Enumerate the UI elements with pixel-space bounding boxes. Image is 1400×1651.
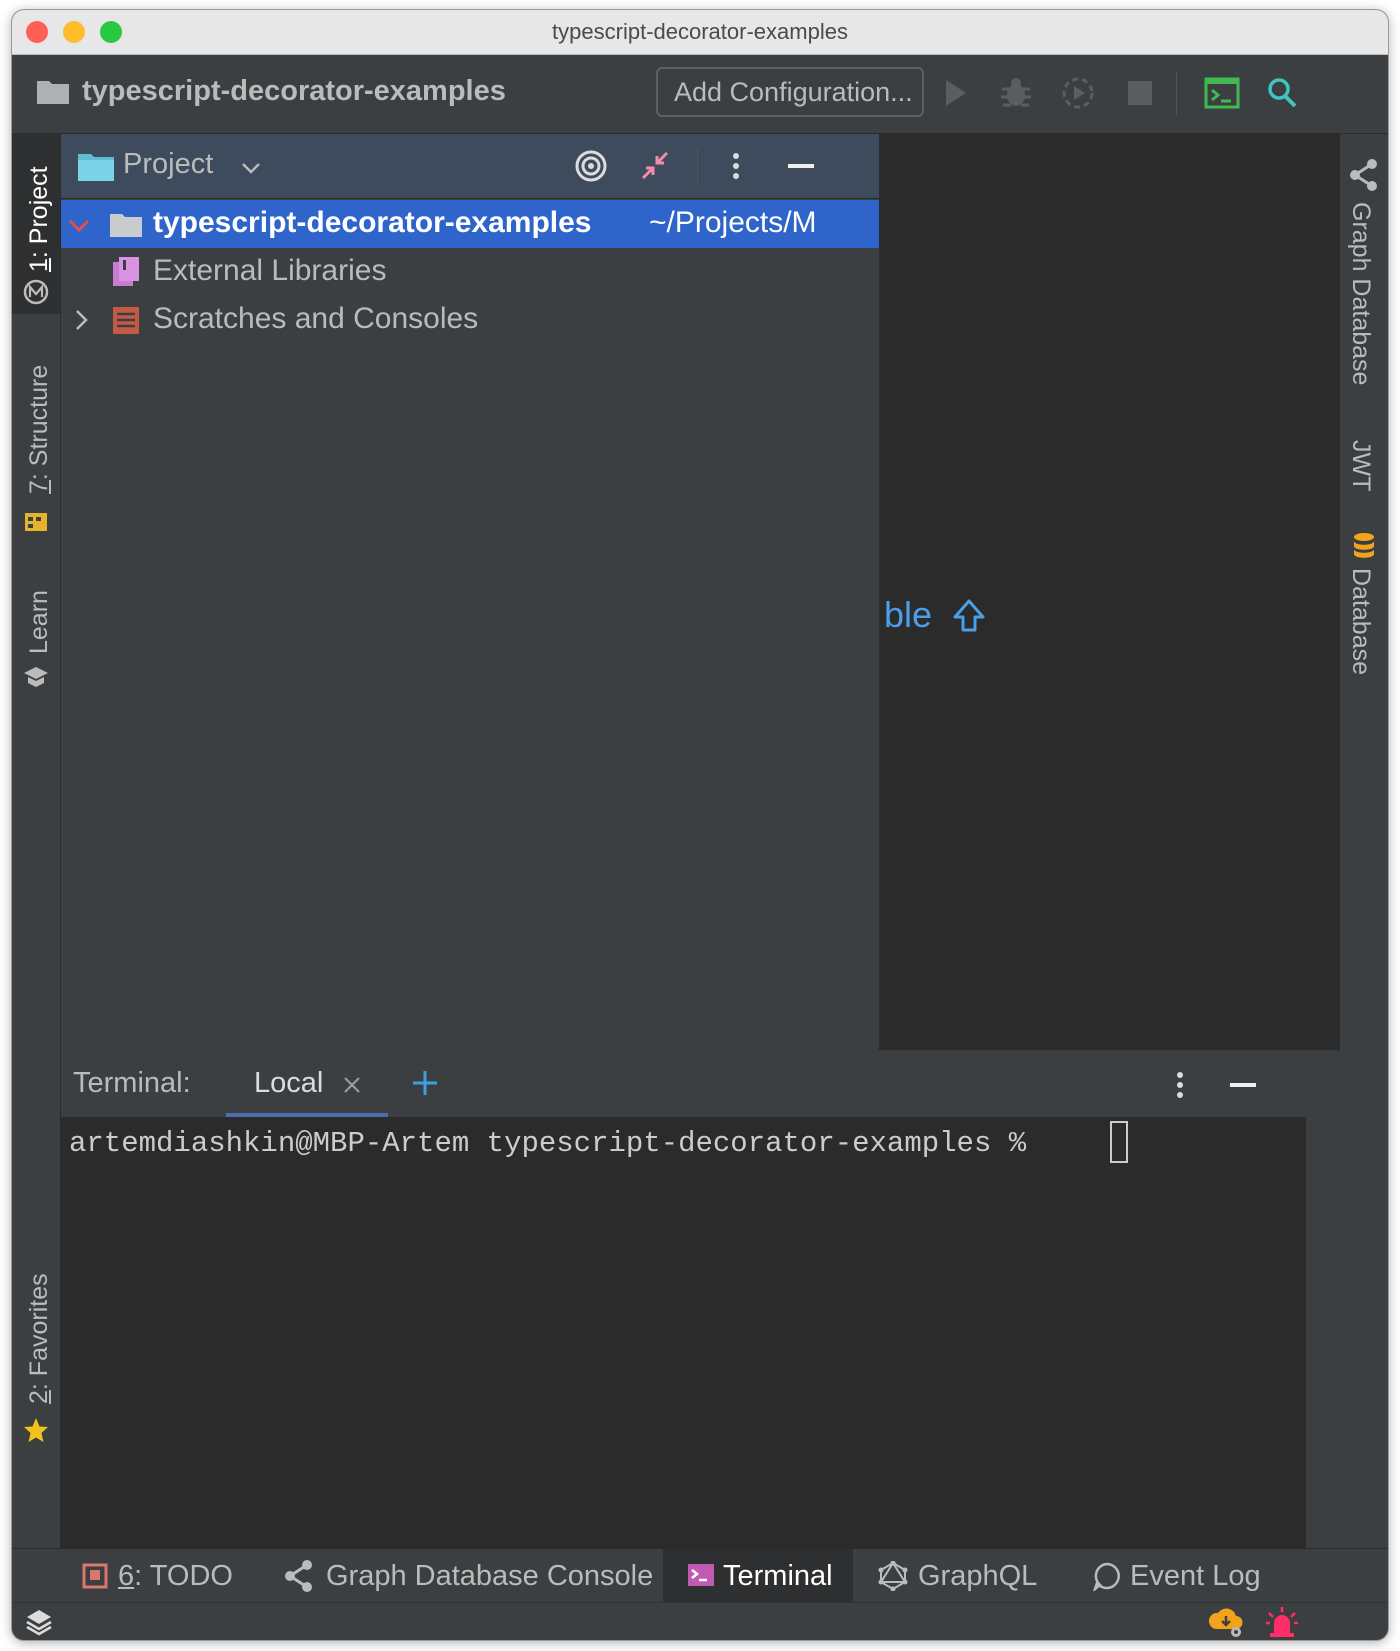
- more-options-icon[interactable]: [721, 148, 751, 184]
- left-tool-strip: 1: Project 7: Structure Learn 2: Favorit…: [12, 134, 61, 1548]
- terminal-scrollbar[interactable]: [1306, 1117, 1340, 1548]
- bottom-tool-bar: 6: TODO Graph Database Console Terminal …: [12, 1548, 1388, 1603]
- bottom-tab-number: 6: [118, 1560, 135, 1592]
- terminal-icon: [688, 1564, 714, 1586]
- chevron-down-icon[interactable]: [67, 214, 91, 238]
- terminal-title: Terminal:: [73, 1067, 191, 1099]
- tool-tab-graph-database[interactable]: Graph Database: [1340, 154, 1388, 414]
- editor-area: ble: [880, 134, 1340, 1050]
- learn-icon: [24, 667, 48, 687]
- bottom-tab-event-log[interactable]: Event Log: [1092, 1549, 1261, 1603]
- tool-tab-label: JWT: [1347, 440, 1375, 492]
- cloud-update-icon[interactable]: [1206, 1605, 1246, 1639]
- project-breadcrumb[interactable]: typescript-decorator-examples: [82, 75, 506, 108]
- close-icon[interactable]: [342, 1075, 362, 1095]
- bottom-tab-label: Graph Database Console: [326, 1560, 654, 1592]
- bottom-tab-label: TODO: [149, 1560, 233, 1592]
- tool-tab-label: Graph Database: [1347, 202, 1375, 386]
- terminal-output[interactable]: artemdiashkin@MBP-Artem typescript-decor…: [61, 1117, 1340, 1548]
- scratches-icon: [113, 307, 139, 334]
- run-with-coverage-icon[interactable]: [1058, 73, 1098, 113]
- project-panel-header: Project: [61, 134, 879, 199]
- bottom-tab-todo[interactable]: 6: TODO: [82, 1549, 233, 1603]
- tool-tab-number: 1: [25, 258, 53, 272]
- tool-tab-jwt[interactable]: JWT: [1340, 434, 1388, 504]
- bottom-tab-graph-database-console[interactable]: Graph Database Console: [282, 1549, 653, 1603]
- tree-item-label: External Libraries: [153, 254, 387, 287]
- terminal-prompt: artemdiashkin@MBP-Artem typescript-decor…: [69, 1127, 1027, 1160]
- window-title: typescript-decorator-examples: [552, 19, 848, 44]
- terminal-toolbar-icon[interactable]: [1202, 73, 1242, 113]
- more-options-icon[interactable]: [1165, 1067, 1195, 1103]
- project-folder-icon: [78, 154, 114, 181]
- tool-tab-label: Database: [1347, 568, 1375, 676]
- folder-icon: [110, 214, 142, 237]
- tree-item-project-root[interactable]: typescript-decorator-examples ~/Projects…: [61, 200, 879, 248]
- project-view-selector[interactable]: Project: [123, 148, 213, 181]
- tool-tab-label: Project: [25, 166, 53, 245]
- tool-tab-project[interactable]: 1: Project: [12, 134, 60, 314]
- collapse-all-icon[interactable]: [637, 148, 673, 184]
- project-tool-window: Project typescript-decorator-examples ~/…: [61, 134, 879, 1050]
- tool-tab-label: Structure: [25, 364, 53, 467]
- toolbar-separator: [1176, 71, 1177, 115]
- graph-icon: [285, 1560, 312, 1592]
- tool-tab-learn[interactable]: Learn: [12, 574, 60, 694]
- tool-tab-number: 2: [25, 1390, 53, 1404]
- bottom-tab-label: GraphQL: [918, 1560, 1038, 1592]
- terminal-tab-label: Local: [254, 1067, 324, 1099]
- tool-tab-number: 7: [25, 480, 53, 494]
- database-icon: [1354, 533, 1374, 558]
- tool-tab-database[interactable]: Database: [1340, 528, 1388, 698]
- bottom-tab-graphql[interactable]: GraphQL: [878, 1549, 1037, 1603]
- tool-tab-favorites[interactable]: 2: Favorites: [12, 1254, 60, 1454]
- chevron-right-icon[interactable]: [69, 308, 93, 332]
- hide-panel-icon[interactable]: [783, 148, 819, 184]
- tree-item-label: Scratches and Consoles: [153, 302, 479, 335]
- structure-icon: [25, 513, 47, 531]
- bottom-tab-terminal[interactable]: Terminal: [663, 1549, 853, 1603]
- chevron-down-icon[interactable]: [239, 156, 263, 180]
- hide-panel-icon[interactable]: [1225, 1067, 1261, 1103]
- graph-icon: [1350, 159, 1377, 191]
- tool-tab-structure[interactable]: 7: Structure: [12, 344, 60, 544]
- tree-item-scratches[interactable]: Scratches and Consoles: [61, 296, 879, 344]
- tool-windows-toggle-icon[interactable]: [24, 1607, 54, 1637]
- tree-item-path: ~/Projects/M: [649, 206, 817, 239]
- debug-icon[interactable]: [996, 73, 1036, 113]
- right-tool-strip: Graph Database JWT Database: [1339, 134, 1388, 1548]
- terminal-tool-window: Terminal: Local artemdiashkin@MBP-Artem …: [61, 1051, 1340, 1548]
- status-bar: [12, 1602, 1388, 1640]
- terminal-header: Terminal: Local: [61, 1051, 1340, 1118]
- title-bar: typescript-decorator-examples: [12, 10, 1388, 55]
- select-opened-file-icon[interactable]: [573, 148, 609, 184]
- star-icon: [24, 1418, 48, 1442]
- header-separator: [697, 148, 698, 184]
- library-icon: [113, 257, 139, 286]
- project-tool-icon: [23, 279, 49, 305]
- ide-window: typescript-decorator-examples typescript…: [12, 10, 1388, 1640]
- event-log-icon: [1093, 1562, 1120, 1591]
- stop-icon[interactable]: [1120, 73, 1160, 113]
- run-icon[interactable]: [934, 73, 974, 113]
- search-icon[interactable]: [1262, 73, 1302, 113]
- bottom-tab-label: Event Log: [1130, 1560, 1261, 1592]
- terminal-cursor: [1110, 1121, 1128, 1163]
- graphql-icon: [878, 1561, 908, 1591]
- shift-key-icon: [953, 599, 985, 632]
- tool-tab-label: Learn: [25, 590, 53, 654]
- folder-icon: [37, 81, 69, 104]
- add-terminal-icon[interactable]: [411, 1069, 439, 1097]
- tree-item-label: typescript-decorator-examples: [153, 206, 592, 239]
- terminal-tab-local[interactable]: Local: [226, 1051, 388, 1117]
- editor-hint-text: ble: [884, 594, 933, 635]
- tool-tab-label: Favorites: [25, 1273, 53, 1377]
- bottom-tab-label: Terminal: [723, 1560, 833, 1592]
- todo-icon: [82, 1563, 108, 1589]
- tree-item-external-libraries[interactable]: External Libraries: [61, 248, 879, 296]
- add-configuration-button[interactable]: Add Configuration...: [656, 67, 924, 117]
- navigation-bar: typescript-decorator-examples Add Config…: [12, 55, 1388, 134]
- alarm-icon[interactable]: [1264, 1605, 1300, 1639]
